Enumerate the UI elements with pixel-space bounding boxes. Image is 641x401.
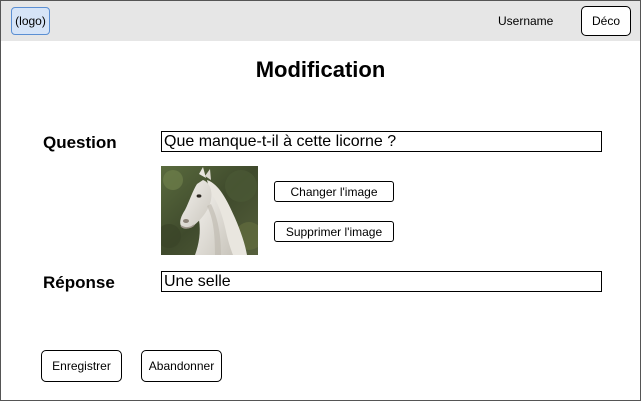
logout-button[interactable]: Déco bbox=[581, 6, 631, 36]
logo-button[interactable]: (logo) bbox=[11, 7, 50, 35]
question-input[interactable] bbox=[161, 131, 602, 152]
save-button[interactable]: Enregistrer bbox=[41, 350, 122, 382]
horse-image bbox=[161, 166, 258, 255]
delete-image-button[interactable]: Supprimer l'image bbox=[274, 221, 394, 242]
change-image-button[interactable]: Changer l'image bbox=[274, 181, 394, 202]
page-title: Modification bbox=[255, 57, 386, 82]
question-label: Question bbox=[43, 133, 117, 152]
cancel-button[interactable]: Abandonner bbox=[141, 350, 222, 382]
question-image bbox=[161, 166, 258, 255]
answer-input[interactable] bbox=[161, 271, 602, 292]
top-bar: (logo) Username Déco bbox=[1, 1, 640, 41]
edit-window: (logo) Username Déco Modification Questi… bbox=[0, 0, 641, 401]
username-label: Username bbox=[498, 14, 554, 28]
answer-label: Réponse bbox=[43, 273, 115, 292]
